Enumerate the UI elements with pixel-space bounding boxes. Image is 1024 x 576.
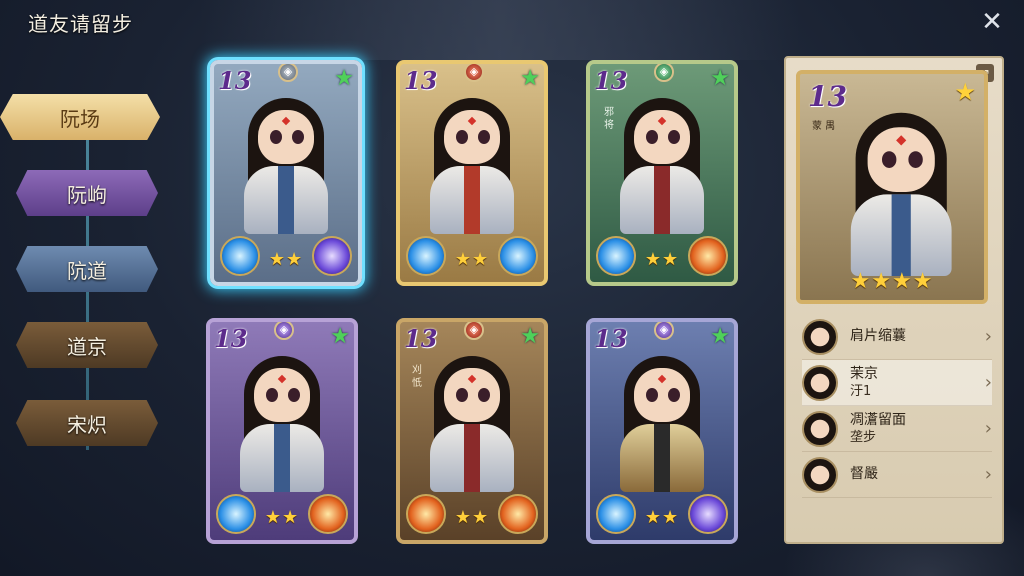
star-icon: ★ — [710, 66, 730, 91]
faction-icon: ◈ — [654, 322, 674, 340]
list-item[interactable]: 督嚴 › — [802, 452, 992, 498]
grade-badge: 13 — [404, 66, 438, 95]
chevron-right-icon: › — [984, 464, 992, 485]
star-icon: ★ — [334, 66, 354, 91]
hero-portrait — [236, 352, 328, 492]
hero-card-4[interactable]: 13 ◈ ★ ★★ — [206, 318, 358, 544]
hero-card-5[interactable]: 13 ◈ ★ 刈忯 ★★ — [396, 318, 548, 544]
star-icon: ★ — [520, 66, 540, 91]
hero-option-list: 肩片缩蘘 › 茉京 汙1 › 凋濸留面 垄步 › 督嚴 › — [802, 314, 992, 498]
grade-badge: 13 — [808, 80, 847, 113]
nav-item-5[interactable]: 宋炽 — [16, 400, 158, 446]
avatar — [802, 318, 838, 355]
skill-fire-icon[interactable] — [308, 494, 348, 534]
list-item[interactable]: 肩片缩蘘 › — [802, 314, 992, 360]
chevron-right-icon: › — [984, 418, 992, 439]
hero-card-2[interactable]: 13 ◈ ★ ★★ — [396, 60, 548, 286]
star-icon: ★ — [710, 324, 730, 349]
faction-icon: ◈ — [274, 322, 294, 340]
chevron-right-icon: › — [984, 326, 992, 347]
list-item[interactable]: 凋濸留面 垄步 › — [802, 406, 992, 452]
hero-portrait — [616, 94, 708, 234]
close-icon[interactable]: ✕ — [978, 8, 1006, 36]
avatar — [802, 456, 838, 493]
skill-fire-icon[interactable] — [498, 494, 538, 534]
page-title: 道友请留步 — [28, 12, 133, 36]
avatar — [802, 410, 838, 447]
grade-badge: 13 — [594, 324, 628, 353]
faction-icon: ◈ — [278, 64, 298, 82]
skill-void-icon[interactable] — [688, 494, 728, 534]
faction-icon: ◈ — [464, 64, 484, 82]
hero-portrait — [616, 352, 708, 492]
faction-icon: ◈ — [654, 64, 674, 82]
list-item-title: 督嚴 — [850, 466, 878, 482]
hero-side-tag: 蒙 禺 — [812, 121, 836, 132]
star-icon: ★ — [520, 324, 540, 349]
grade-badge: 13 — [594, 66, 628, 95]
hero-portrait — [426, 94, 518, 234]
avatar — [802, 364, 838, 401]
list-item-title: 肩片缩蘘 — [850, 328, 906, 344]
nav-item-3[interactable]: 阬道 — [16, 246, 158, 292]
list-item-title: 凋濸留面 — [850, 411, 906, 428]
background-portrait-strip — [200, 0, 800, 60]
hero-card-3[interactable]: 13 ◈ ★ 邪将 ★★ — [586, 60, 738, 286]
nav-item-1[interactable]: 阮场 — [0, 94, 160, 140]
nav-item-4[interactable]: 道京 — [16, 322, 158, 368]
nav-item-2[interactable]: 阮岣 — [16, 170, 158, 216]
list-item-subtitle: 汙1 — [850, 383, 872, 399]
hero-portrait — [240, 94, 332, 234]
featured-hero-card: 13 ★ 蒙 禺 ★★★★ — [796, 70, 988, 304]
list-item-title: 茉京 — [850, 365, 878, 382]
featured-stars: ★★★★ — [850, 269, 934, 294]
list-item-subtitle: 垄步 — [850, 429, 877, 445]
faction-icon: ◈ — [464, 322, 484, 340]
skill-ice-icon[interactable] — [498, 236, 538, 276]
chevron-right-icon: › — [984, 372, 992, 393]
grade-badge: 13 — [214, 324, 248, 353]
skill-fire-icon[interactable] — [688, 236, 728, 276]
hero-detail-panel: ↗ 13 ★ 蒙 禺 ★★★★ 肩片缩蘘 › 茉京 汙1 › — [784, 56, 1004, 544]
hero-portrait — [426, 352, 518, 492]
skill-void-icon[interactable] — [312, 236, 352, 276]
hero-portrait-large — [846, 108, 956, 276]
hero-card-6[interactable]: 13 ◈ ★ ★★ — [586, 318, 738, 544]
card-side-tag: 刈忯 — [412, 365, 422, 389]
grade-badge: 13 — [404, 324, 438, 353]
hero-card-1[interactable]: 13 ◈ ★ ★★ — [210, 60, 362, 286]
star-icon: ★ — [330, 324, 350, 349]
star-icon: ★ — [954, 78, 976, 106]
grade-badge: 13 — [218, 66, 252, 95]
list-item[interactable]: 茉京 汙1 › — [802, 360, 992, 406]
